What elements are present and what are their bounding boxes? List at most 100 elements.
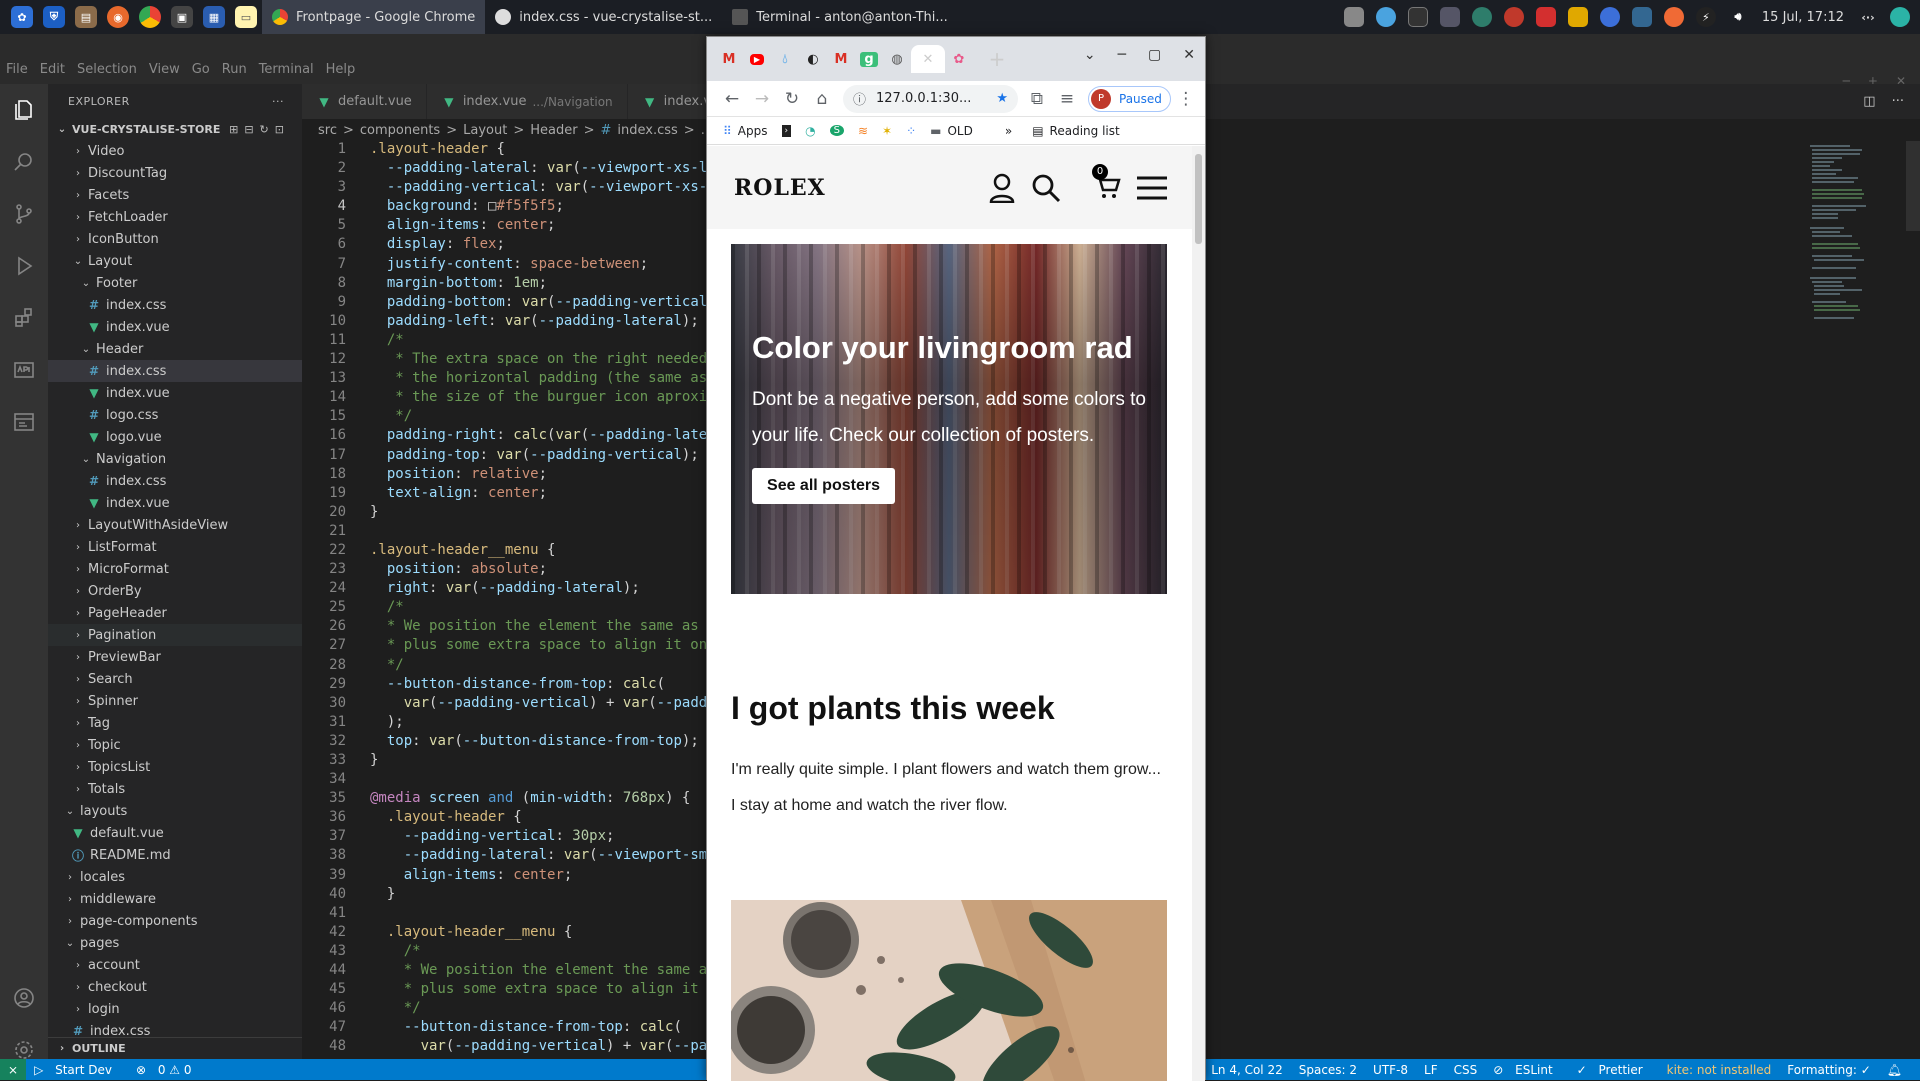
task-terminal[interactable]: Terminal - anton@anton-Thi... — [722, 0, 958, 34]
dragon-tray-icon[interactable] — [1439, 7, 1460, 27]
formatting-status[interactable]: Formatting: ✓ — [1787, 1063, 1870, 1077]
hamburger-menu-icon[interactable] — [1137, 175, 1167, 201]
postgres-tray-icon[interactable] — [1631, 7, 1652, 27]
bookmark-s[interactable]: S — [829, 125, 844, 136]
user-icon[interactable] — [989, 173, 1015, 203]
run-debug-icon[interactable] — [0, 240, 48, 292]
gmail-tab-icon-2[interactable]: M — [827, 45, 855, 73]
tree-folder[interactable]: › page-components — [48, 910, 302, 932]
source-control-icon[interactable] — [0, 188, 48, 240]
minimize-icon[interactable]: ─ — [1118, 47, 1126, 63]
grammarly-tab-icon[interactable]: g — [855, 45, 883, 73]
pink-tab-icon[interactable]: ✿ — [945, 45, 973, 73]
globe-tab-icon[interactable]: ◍ — [883, 45, 911, 73]
post-title[interactable]: I got plants this week — [731, 690, 1055, 727]
cursor-position[interactable]: Ln 4, Col 22 — [1211, 1063, 1283, 1077]
bookmark-colors[interactable]: ✶ — [882, 124, 892, 138]
outline-section[interactable]: › OUTLINE — [48, 1037, 302, 1059]
forward-icon[interactable]: → — [747, 89, 777, 109]
tree-folder[interactable]: ⌄ layouts — [48, 800, 302, 822]
encoding[interactable]: UTF-8 — [1373, 1063, 1408, 1077]
tree-folder[interactable]: › MicroFormat — [48, 558, 302, 580]
screenshot-icon[interactable]: ▣ — [171, 6, 193, 28]
bookmark-stack[interactable]: ≋ — [858, 124, 868, 138]
tree-file[interactable]: # index.css — [48, 360, 302, 382]
cart-button[interactable]: 0 — [1077, 163, 1121, 204]
more-bookmarks[interactable]: » — [1005, 124, 1012, 138]
back-icon[interactable]: ← — [717, 89, 747, 109]
tree-file[interactable]: # index.css — [48, 470, 302, 492]
search-icon[interactable] — [0, 136, 48, 188]
tree-folder[interactable]: › Tag — [48, 712, 302, 734]
tree-folder[interactable]: › Spinner — [48, 690, 302, 712]
tree-folder[interactable]: › Search — [48, 668, 302, 690]
tree-folder[interactable]: › PageHeader — [48, 602, 302, 624]
redis-tray-icon[interactable] — [1535, 7, 1556, 27]
explorer-icon[interactable] — [0, 84, 48, 136]
tree-file[interactable]: ⓘ README.md — [48, 844, 302, 866]
reading-list[interactable]: ▤ Reading list — [1032, 124, 1120, 138]
tab-search-icon[interactable]: ⌄ — [1084, 47, 1096, 63]
tree-folder[interactable]: › middleware — [48, 888, 302, 910]
tree-file[interactable]: ▼ logo.vue — [48, 426, 302, 448]
droplet-tab-icon[interactable]: 💧︎ — [771, 45, 799, 73]
power-tray-icon[interactable]: ⚡ — [1695, 7, 1716, 27]
tree-folder[interactable]: ⌄ Header — [48, 338, 302, 360]
editor-more-icon[interactable]: ··· — [1892, 94, 1904, 109]
breadcrumb-item[interactable]: Header — [530, 123, 577, 138]
api-icon[interactable] — [0, 344, 48, 396]
tree-folder[interactable]: › FetchLoader — [48, 206, 302, 228]
menu-view[interactable]: View — [149, 62, 180, 77]
site-logo[interactable]: ROLEX — [734, 175, 826, 201]
menu-selection[interactable]: Selection — [77, 62, 137, 77]
tree-file[interactable]: ▼ default.vue — [48, 822, 302, 844]
tree-file[interactable]: ▼ index.vue — [48, 492, 302, 514]
media-icon[interactable]: ≡ — [1052, 89, 1082, 109]
tree-folder[interactable]: › Topic — [48, 734, 302, 756]
tree-file[interactable]: # index.css — [48, 294, 302, 316]
bookmark-old[interactable]: ▬ OLD — [930, 124, 973, 138]
kite-status[interactable]: kite: not installed — [1667, 1063, 1772, 1077]
menu-terminal[interactable]: Terminal — [259, 62, 314, 77]
debian-tray-icon[interactable] — [1503, 7, 1524, 27]
breadcrumb-item[interactable]: components — [360, 123, 440, 138]
close-icon[interactable]: ✕ — [1183, 47, 1195, 63]
active-tab-close-icon[interactable]: ✕ — [911, 45, 945, 73]
remote-indicator[interactable]: ⨯ — [0, 1059, 27, 1080]
extensions-icon[interactable] — [0, 292, 48, 344]
breadcrumb-item[interactable]: Layout — [463, 123, 507, 138]
tree-folder[interactable]: › Totals — [48, 778, 302, 800]
language-mode[interactable]: CSS — [1454, 1063, 1478, 1077]
tree-folder[interactable]: ⌄ Footer — [48, 272, 302, 294]
tree-folder[interactable]: › Pagination — [48, 624, 302, 646]
folder-tray-icon[interactable] — [1343, 7, 1364, 27]
tree-folder[interactable]: › TopicsList — [48, 756, 302, 778]
menu-help[interactable]: Help — [326, 62, 356, 77]
user-tray-icon[interactable] — [1890, 7, 1910, 27]
settings-app-icon[interactable]: ▦ — [203, 6, 225, 28]
tree-file[interactable]: # logo.css — [48, 404, 302, 426]
tree-folder[interactable]: › checkout — [48, 976, 302, 998]
new-tab-icon[interactable]: + — [983, 45, 1011, 73]
home-icon[interactable]: ⌂ — [807, 89, 837, 109]
gmail-tab-icon[interactable]: M — [715, 45, 743, 73]
reload-icon[interactable]: ↻ — [777, 89, 807, 109]
tree-folder[interactable]: › account — [48, 954, 302, 976]
task-chrome[interactable]: Frontpage - Google Chrome — [262, 0, 486, 34]
line-ending[interactable]: LF — [1424, 1063, 1438, 1077]
youtube-tab-icon[interactable]: ▶ — [743, 45, 771, 73]
indentation[interactable]: Spaces: 2 — [1299, 1063, 1357, 1077]
app-menu-icon[interactable]: ✿ — [11, 6, 33, 28]
tree-folder[interactable]: › ListFormat — [48, 536, 302, 558]
bookmark-terminal[interactable]: › — [781, 124, 792, 137]
tree-folder[interactable]: › locales — [48, 866, 302, 888]
github-tab-icon[interactable]: ◐ — [799, 45, 827, 73]
eslint-status[interactable]: ⊘ ESLint — [1493, 1063, 1560, 1077]
remote-explorer-icon[interactable] — [0, 396, 48, 448]
menu-go[interactable]: Go — [192, 62, 210, 77]
tree-folder[interactable]: › Facets — [48, 184, 302, 206]
breadcrumb-item[interactable]: index.css — [617, 123, 677, 138]
database-tray-icon[interactable] — [1567, 7, 1588, 27]
tree-folder[interactable]: › LayoutWithAsideView — [48, 514, 302, 536]
terminal-tray-icon[interactable] — [1407, 7, 1428, 27]
